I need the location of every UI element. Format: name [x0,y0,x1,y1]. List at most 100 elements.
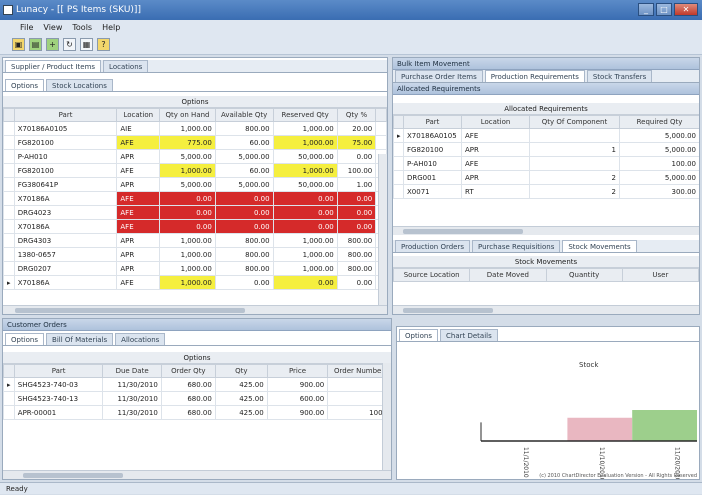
col-part[interactable]: Part [403,115,462,129]
table-row[interactable]: ▸ SHG4523-740-03 11/30/2010 680.00 425.00 900… [3,377,391,392]
table-row[interactable]: P-AH010 AFE 100.00 [393,156,699,171]
chart-footer: (c) 2010 ChartDirector Evaluation Versio… [539,473,697,479]
tab-supplier-items[interactable]: Supplier / Product Items [5,60,102,72]
col-qty-component[interactable]: Qty Of Component [529,115,620,129]
cell-qoh: 1,000.00 [159,275,216,290]
table-row[interactable]: DRG4303 APR 1,000.00 800.00 1,000.00 800.00 [3,233,387,248]
col-price[interactable]: Price [266,364,329,378]
x-tick-label: 11/1/2010 [522,447,529,478]
menu-file[interactable]: File [20,20,33,35]
movement-panel: Bulk Item Movement Purchase Order Items … [392,57,700,315]
orders-panel: Customer Orders Options Bill Of Material… [2,318,392,480]
cell-req: 100.00 [619,156,699,171]
tab-chart-details[interactable]: Chart Details [440,329,498,341]
col-location[interactable]: Location [461,115,530,129]
minimize-button[interactable]: _ [638,3,654,16]
col-required-qty[interactable]: Required Qty [619,115,699,129]
col-available-qty[interactable]: Available Qty [214,108,274,122]
items-grid: Part Location Qty on Hand Available Qty … [3,108,387,290]
cell-part: X0071 [403,184,462,199]
col-source-location[interactable]: Source Location [393,268,471,282]
cell-sel [3,205,15,220]
table-row[interactable]: FG820100 AFE 775.00 60.00 1,000.00 75.00 [3,135,387,150]
col-part[interactable]: Part [13,108,118,122]
col-user[interactable]: User [621,268,699,282]
cell-loc: AFE [116,163,161,178]
tab-purchase-orders[interactable]: Purchase Order Items [395,70,483,82]
table-row[interactable]: FG820100 APR 1 5,000.00 [393,142,699,157]
orders-vscroll[interactable] [382,363,391,471]
cell-avail: 60.00 [214,163,274,178]
tab-locations[interactable]: Locations [103,60,149,72]
table-row[interactable]: DRG4023 AFE 0.00 0.00 0.00 0.00 [3,205,387,220]
table-row[interactable]: FG820100 AFE 1,000.00 60.00 1,000.00 100.00 [3,163,387,178]
table-row[interactable]: 1380-0657 APR 1,000.00 800.00 1,000.00 800.00 [3,247,387,262]
refresh-icon[interactable]: ↻ [63,38,76,51]
table-row[interactable]: X0071 RT 2 300.00 [393,184,699,199]
save-icon[interactable]: ▤ [29,38,42,51]
tab-allocations[interactable]: Allocations [115,333,166,345]
tab-options[interactable]: Options [5,333,45,345]
maximize-button[interactable]: □ [656,3,672,16]
table-row[interactable]: DRG0207 APR 1,000.00 800.00 1,000.00 800.00 [3,261,387,276]
col-reserved-qty[interactable]: Reserved Qty [272,108,338,122]
orders-hscroll[interactable] [3,470,391,479]
cell-loc: AFE [116,275,161,290]
close-button[interactable]: ✕ [674,3,698,16]
print-icon[interactable]: ▦ [80,38,93,51]
col-qty-on-hand[interactable]: Qty on Hand [159,108,216,122]
table-row[interactable]: X70186A AFE 0.00 0.00 0.00 0.00 [3,219,387,234]
table-row[interactable]: DRG001 APR 2 5,000.00 [393,170,699,185]
orders-grid: Part Due Date Order Qty Qty Price Order … [3,364,391,420]
items-vscroll[interactable] [378,154,387,309]
tab-production-req[interactable]: Production Requirements [484,70,585,82]
cell-sel [3,191,15,206]
table-row[interactable]: ▸ X70186A AFE 1,000.00 0.00 0.00 0.00 [3,275,387,290]
table-row[interactable]: FG380641P APR 5,000.00 5,000.00 50,000.00 1.0… [3,177,387,192]
col-due-date[interactable]: Due Date [102,364,162,378]
cell-sel [3,149,15,164]
table-row[interactable]: P-AH010 APR 5,000.00 5,000.00 50,000.00 0.00 [3,149,387,164]
cell-order-qty: 680.00 [160,405,216,420]
cell-qoh: 1,000.00 [159,233,216,248]
cell-pct: 800.00 [336,261,377,276]
table-row[interactable]: SHG4523-740-13 11/30/2010 680.00 425.00 600.… [3,391,391,406]
col-qty[interactable]: Qty [214,364,268,378]
tab-purchase-requisitions[interactable]: Purchase Requisitions [472,240,561,252]
col-qty-pct[interactable]: Qty % [336,108,377,122]
cell-pct: 1.00 [336,177,377,192]
tab-stock-movements[interactable]: Stock Movements [562,240,637,252]
open-icon[interactable]: ▣ [12,38,25,51]
menu-view[interactable]: View [43,20,62,35]
tab-options[interactable]: Options [399,329,439,341]
cell-pct: 0.00 [336,205,377,220]
app-icon [3,5,13,15]
table-row[interactable]: X70186A AFE 0.00 0.00 0.00 0.00 [3,191,387,206]
tab-stock-locations[interactable]: Stock Locations [46,79,113,91]
col-quantity[interactable]: Quantity [545,268,623,282]
col-part[interactable]: Part [13,364,104,378]
table-row[interactable]: X70186A0105 AIE 1,000.00 800.00 1,000.00 20.0… [3,121,387,136]
table-row[interactable]: APR-00001 11/30/2010 680.00 425.00 900.00 100… [3,405,391,420]
table-row[interactable]: ▸ X70186A0105 AFE 5,000.00 [393,128,699,143]
movements-hscroll[interactable] [393,305,699,314]
cell-res: 1,000.00 [272,121,338,136]
stock-chart: Stock11/1/2010 11/10/2010 11/20/2010(c) 20… [480,361,697,479]
col-location[interactable]: Location [116,108,161,122]
items-hscroll[interactable] [3,305,387,314]
tab-stock-transfers[interactable]: Stock Transfers [586,70,653,82]
help-icon[interactable]: ? [97,38,110,51]
tab-bill-of-materials[interactable]: Bill Of Materials [46,333,114,345]
toolbar: ▣ ▤ + ↻ ▦ ? [0,35,702,55]
col-date-moved[interactable]: Date Moved [469,268,547,282]
col-order-qty[interactable]: Order Qty [160,364,216,378]
cell-part: X70186A [13,275,118,290]
add-icon[interactable]: + [46,38,59,51]
cell-avail: 0.00 [214,205,274,220]
menu-help[interactable]: Help [102,20,120,35]
allocated-hscroll[interactable] [393,226,699,235]
tab-production-orders[interactable]: Production Orders [395,240,471,252]
tab-options[interactable]: Options [5,79,45,91]
window-title: Lunacy - [[ PS Items (SKU)]] [16,5,141,15]
menu-tools[interactable]: Tools [72,20,92,35]
